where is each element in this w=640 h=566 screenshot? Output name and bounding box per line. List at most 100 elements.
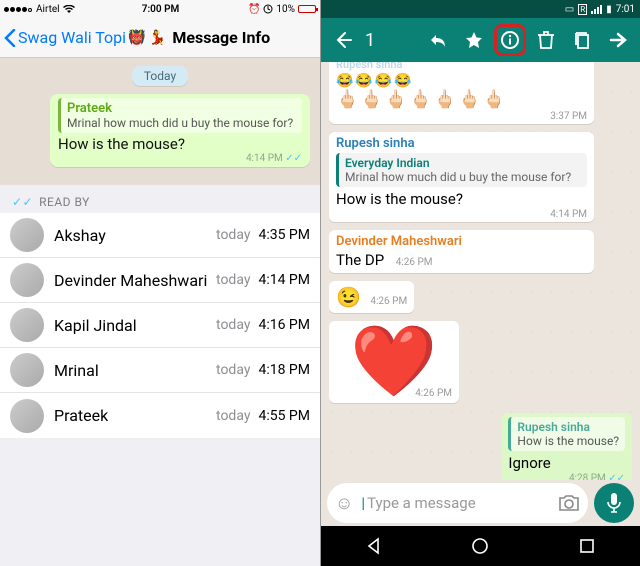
selected-message-bubble[interactable]: Prateek Mrinal how much did u buy the mo… <box>50 94 310 167</box>
read-by-row[interactable]: Prateek today 4:55 PM <box>0 393 320 438</box>
star-icon <box>464 30 484 50</box>
emoji-content: 😂😂😂😂 <box>336 73 587 89</box>
info-icon <box>500 30 520 50</box>
quoted-message: Everyday Indian Mrinal how much did u bu… <box>336 153 587 187</box>
avatar <box>10 218 44 252</box>
read-ticks-icon: ✓✓ <box>608 473 625 480</box>
quote-text: Mrinal how much did u buy the mouse for? <box>345 170 581 184</box>
quote-text: How is the mouse? <box>517 434 619 448</box>
message-text: The DP <box>336 251 384 269</box>
reader-name: Kapil Jindal <box>54 316 216 335</box>
quoted-message: Rupesh sinha How is the mouse? <box>508 417 625 451</box>
copy-button[interactable] <box>566 24 598 56</box>
page-title: Message Info <box>172 28 270 47</box>
ios-nav-bar: Swag Wali Topi 👹 💃 Message Info <box>0 18 320 58</box>
reader-name: Akshay <box>54 226 216 245</box>
microphone-icon <box>606 492 622 514</box>
read-by-row[interactable]: Kapil Jindal today 4:16 PM <box>0 303 320 348</box>
card-icon: ▭ <box>565 4 574 15</box>
read-ticks-icon: ✓✓ <box>285 153 302 164</box>
nav-recents-button[interactable] <box>577 536 597 556</box>
reader-date: today <box>216 272 250 288</box>
incoming-message[interactable]: Rupesh sinha 😂😂😂😂 🖕🏻🖕🏻🖕🏻🖕🏻🖕🏻🖕🏻🖕🏻 3:37 PM <box>329 62 594 124</box>
reply-icon <box>428 30 448 50</box>
message-time: 4:14 PM <box>550 209 587 220</box>
reader-time: 4:55 PM <box>258 408 310 424</box>
message-time: 4:26 PM <box>396 257 433 268</box>
message-input-bar: ☺ |Type a message <box>321 480 640 526</box>
read-ticks-icon: ✓✓ <box>12 195 33 209</box>
nav-home-button[interactable] <box>470 536 490 556</box>
delete-button[interactable] <box>530 24 562 56</box>
input-placeholder: Type a message <box>367 494 476 512</box>
android-status-bar: ▭ R ▮ 7:01 <box>321 0 640 18</box>
incoming-message[interactable]: Rupesh sinha Everyday Indian Mrinal how … <box>329 132 594 222</box>
star-button[interactable] <box>458 24 490 56</box>
emoji-picker-icon[interactable]: ☺ <box>335 493 353 514</box>
back-button[interactable]: Swag Wali Topi 👹 💃 <box>4 28 166 47</box>
incoming-message[interactable]: 😉 4:26 PM <box>329 281 414 313</box>
read-by-row[interactable]: Akshay today 4:35 PM <box>0 213 320 258</box>
reader-time: 4:16 PM <box>258 317 310 333</box>
message-time: 3:37 PM <box>550 111 587 122</box>
reader-date: today <box>216 227 250 243</box>
read-by-row[interactable]: Mrinal today 4:18 PM <box>0 348 320 393</box>
selection-count: 1 <box>365 30 375 51</box>
square-recents-icon <box>577 536 597 556</box>
nav-back-button[interactable] <box>364 536 384 556</box>
message-time: 4:26 PM <box>370 296 407 307</box>
selection-toolbar: 1 <box>321 18 640 62</box>
message-input[interactable]: ☺ |Type a message <box>327 483 588 523</box>
triangle-back-icon <box>364 536 384 556</box>
ios-status-bar: Airtel 7:00 PM ⏰ 10% <box>0 0 320 18</box>
group-emoji: 👹 💃 <box>128 30 166 46</box>
avatar <box>10 353 44 387</box>
reply-button[interactable] <box>422 24 454 56</box>
read-by-label: READ BY <box>39 195 90 209</box>
outgoing-message-selected[interactable]: Rupesh sinha How is the mouse? Ignore 4:… <box>501 413 632 480</box>
ios-message-preview: Today Prateek Mrinal how much did u buy … <box>0 58 320 185</box>
reader-name: Devinder Maheshwari <box>54 271 216 290</box>
reader-time: 4:35 PM <box>258 227 310 243</box>
read-by-list: Akshay today 4:35 PM Devinder Maheshwari… <box>0 213 320 438</box>
message-text: How is the mouse? <box>336 190 587 208</box>
arrow-left-icon <box>333 30 353 50</box>
status-time: 7:01 <box>616 4 635 15</box>
android-screen: ▭ R ▮ 7:01 1 Rupesh sinha <box>321 0 640 566</box>
info-button[interactable] <box>494 24 526 56</box>
voice-record-button[interactable] <box>594 483 634 523</box>
quote-sender: Rupesh sinha <box>517 420 619 434</box>
signal-icon <box>591 5 602 14</box>
emoji-content: 😉 <box>336 285 361 309</box>
camera-icon[interactable] <box>558 494 580 512</box>
message-sender: Rupesh sinha <box>336 136 587 151</box>
copy-icon <box>573 30 591 50</box>
back-button[interactable] <box>327 24 359 56</box>
reader-date: today <box>216 362 250 378</box>
battery-icon: ▮ <box>606 4 612 15</box>
message-time: 4:28 PM <box>569 473 606 480</box>
arrow-right-icon <box>608 30 628 50</box>
text-caret: | <box>361 494 365 512</box>
back-label: Swag Wali Topi <box>18 28 126 47</box>
incoming-message[interactable]: ❤️ 4:26 PM <box>329 321 459 403</box>
android-chat-area[interactable]: Rupesh sinha 😂😂😂😂 🖕🏻🖕🏻🖕🏻🖕🏻🖕🏻🖕🏻🖕🏻 3:37 PM… <box>321 62 640 480</box>
avatar <box>10 263 44 297</box>
circle-home-icon <box>470 536 490 556</box>
emoji-content: 🖕🏻🖕🏻🖕🏻🖕🏻🖕🏻🖕🏻🖕🏻 <box>336 89 587 110</box>
reader-date: today <box>216 317 250 333</box>
avatar <box>10 399 44 433</box>
read-by-row[interactable]: Devinder Maheshwari today 4:14 PM <box>0 258 320 303</box>
message-sender: Rupesh sinha <box>336 62 587 71</box>
ios-screen: Airtel 7:00 PM ⏰ 10% Swag Wali Topi 👹 💃 … <box>0 0 321 566</box>
avatar <box>10 308 44 342</box>
quote-sender: Everyday Indian <box>345 156 581 170</box>
message-text: How is the mouse? <box>58 135 302 153</box>
reader-date: today <box>216 408 250 424</box>
roaming-icon: R <box>578 4 587 15</box>
incoming-message[interactable]: Devinder Maheshwari The DP 4:26 PM <box>329 230 594 273</box>
battery-icon <box>298 5 316 13</box>
message-time: 4:26 PM <box>415 388 452 399</box>
forward-button[interactable] <box>602 24 634 56</box>
heart-sticker: ❤️ <box>335 327 453 397</box>
